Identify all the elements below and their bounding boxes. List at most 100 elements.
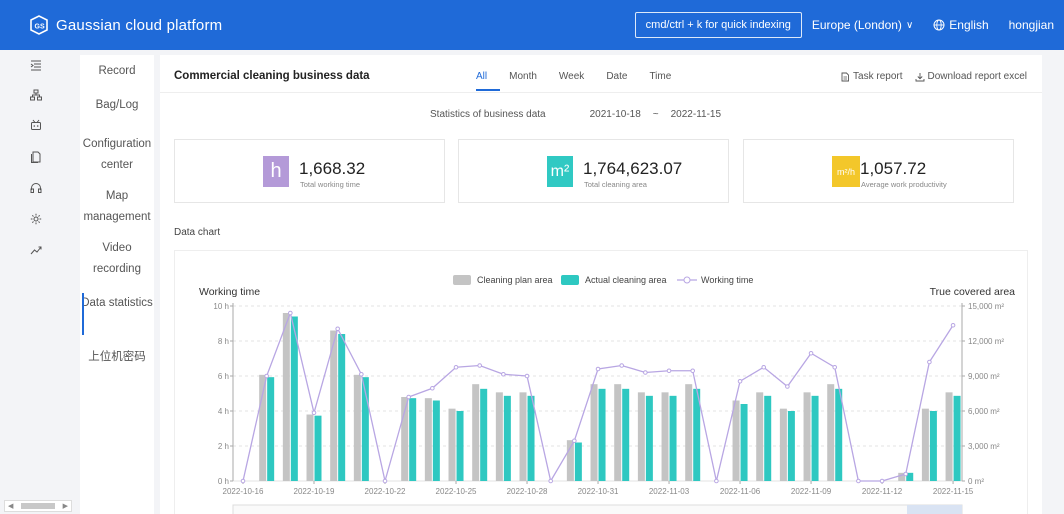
legend-swatch xyxy=(561,275,579,285)
working-time-point xyxy=(761,364,767,370)
working-time-point xyxy=(572,438,577,444)
working-time-point xyxy=(335,326,340,332)
y-tick-label: 0 h xyxy=(218,477,229,486)
legend-swatch xyxy=(453,275,471,285)
bar-cleaning-plan-area xyxy=(637,392,645,481)
bar-actual-cleaning-area xyxy=(622,388,630,481)
tab-all[interactable]: All xyxy=(476,71,487,82)
top-bar: GS Gaussian cloud platform cmd/ctrl + k … xyxy=(0,0,1064,50)
working-time-point xyxy=(430,385,435,391)
tab-date[interactable]: Date xyxy=(606,71,627,82)
svg-text:GS: GS xyxy=(35,24,45,31)
legend-label: Cleaning plan area xyxy=(477,275,553,285)
bar-actual-cleaning-area xyxy=(432,400,440,481)
y-tick-label: 4 h xyxy=(218,407,229,416)
x-tick-label: 2022-10-28 xyxy=(507,487,548,496)
robot-icon[interactable] xyxy=(29,118,43,132)
y-tick-label: 2 h xyxy=(218,442,229,451)
bar-cleaning-plan-area xyxy=(424,398,432,481)
bar-cleaning-plan-area xyxy=(614,384,622,481)
scroll-left-icon[interactable]: ◀ xyxy=(8,502,13,510)
legend-swatch xyxy=(683,276,691,284)
date-range: Statistics of business data 2021-10-18 ~… xyxy=(430,109,741,120)
org-chart-icon[interactable] xyxy=(29,88,43,102)
language-select[interactable]: English xyxy=(933,18,989,32)
region-select[interactable]: Europe (London) ∨ xyxy=(812,18,913,32)
left-axis-title: Working time xyxy=(199,286,260,298)
working-time-point xyxy=(264,373,269,379)
subnav-item-bag-log[interactable]: Bag/Log xyxy=(80,95,154,116)
business-data-chart: Cleaning plan area Actual cleaning area Wo… xyxy=(199,275,1016,514)
working-time-point xyxy=(903,471,909,477)
bar-actual-cleaning-area xyxy=(574,442,582,481)
subnav-item-configuration-center[interactable]: Configuration center xyxy=(80,134,154,176)
report-actions: Task report Download report excel xyxy=(828,71,1027,82)
headset-icon[interactable] xyxy=(29,181,43,195)
scrollbar-thumb[interactable] xyxy=(21,503,55,509)
working-time-point xyxy=(785,384,790,389)
download-report-label: Download report excel xyxy=(927,71,1028,82)
logo[interactable]: GS Gaussian cloud platform xyxy=(28,14,222,36)
working-time-point xyxy=(477,363,482,368)
average-productivity-label: Average work productivity xyxy=(861,180,947,189)
working-time-line xyxy=(242,310,954,483)
working-time-point xyxy=(619,363,625,368)
bar-cleaning-plan-area xyxy=(803,392,811,481)
subnav-item-record[interactable]: Record xyxy=(80,61,154,82)
bar-actual-cleaning-area xyxy=(409,398,417,481)
right-axis-title: True covered area xyxy=(930,286,1016,298)
subnav-item-video-recording[interactable]: Video recording xyxy=(80,238,154,280)
subnav-item-host-password[interactable]: 上位机密码 xyxy=(80,347,154,368)
working-time-point xyxy=(311,410,317,416)
zoom-slider-track xyxy=(232,504,963,514)
tab-month[interactable]: Month xyxy=(509,71,537,82)
bar-cleaning-plan-area xyxy=(519,392,527,481)
bar-cleaning-plan-area xyxy=(590,384,598,481)
y2-tick-label: 0 m² xyxy=(968,477,984,486)
working-time-point xyxy=(453,364,459,370)
subnav-item-data-statistics[interactable]: Data statistics xyxy=(80,293,154,314)
stat-card-cleaning-area: m² 1,764,623.07 Total cleaning area xyxy=(458,139,729,203)
working-time-point xyxy=(690,368,696,374)
y2-tick-label: 15,000 m² xyxy=(968,302,1004,311)
working-time-point xyxy=(524,373,530,379)
icon-rail: ◀ ▶ xyxy=(0,50,72,514)
total-cleaning-area-label: Total cleaning area xyxy=(584,180,647,189)
bar-cleaning-plan-area xyxy=(353,374,361,481)
bar-cleaning-plan-area xyxy=(448,408,456,481)
page-title: Commercial cleaning business data xyxy=(174,70,370,82)
bar-actual-cleaning-area xyxy=(267,377,275,481)
bar-actual-cleaning-area xyxy=(456,411,464,481)
download-report-button[interactable]: Download report excel xyxy=(915,71,1028,82)
bar-actual-cleaning-area xyxy=(811,395,819,481)
active-indicator xyxy=(82,293,84,335)
settings-icon[interactable] xyxy=(29,212,43,226)
y2-tick-label: 6,000 m² xyxy=(968,407,1000,416)
bar-cleaning-plan-area xyxy=(259,374,267,481)
working-time-point xyxy=(856,478,861,484)
date-from[interactable]: 2021-10-18 xyxy=(590,109,641,120)
tab-time[interactable]: Time xyxy=(649,71,671,82)
menu-collapse-icon[interactable] xyxy=(29,58,43,72)
subnav-item-map-management[interactable]: Map management xyxy=(80,186,154,228)
date-to[interactable]: 2022-11-15 xyxy=(671,109,721,120)
user-menu[interactable]: hongjian xyxy=(1009,18,1054,32)
bar-actual-cleaning-area xyxy=(598,388,606,481)
task-report-button[interactable]: Task report xyxy=(840,71,903,82)
bar-cleaning-plan-area xyxy=(921,408,929,481)
bar-actual-cleaning-area xyxy=(953,395,961,481)
working-time-point xyxy=(832,364,838,370)
secondary-nav: Record Bag/Log Configuration center Map … xyxy=(80,55,154,514)
total-cleaning-area-value: 1,764,623.07 xyxy=(583,159,683,178)
x-tick-label: 2022-10-25 xyxy=(436,487,477,496)
tab-week[interactable]: Week xyxy=(559,71,584,82)
bar-cleaning-plan-area xyxy=(827,384,835,481)
report-icon xyxy=(841,72,849,81)
x-tick-label: 2022-11-03 xyxy=(649,487,690,496)
scroll-right-icon[interactable]: ▶ xyxy=(63,502,68,510)
document-icon[interactable] xyxy=(29,150,43,164)
trend-icon[interactable] xyxy=(29,243,43,257)
working-time-point xyxy=(406,394,411,400)
horizontal-scrollbar[interactable]: ◀ ▶ xyxy=(4,500,72,512)
quick-index-input[interactable]: cmd/ctrl + k for quick indexing xyxy=(634,12,802,38)
